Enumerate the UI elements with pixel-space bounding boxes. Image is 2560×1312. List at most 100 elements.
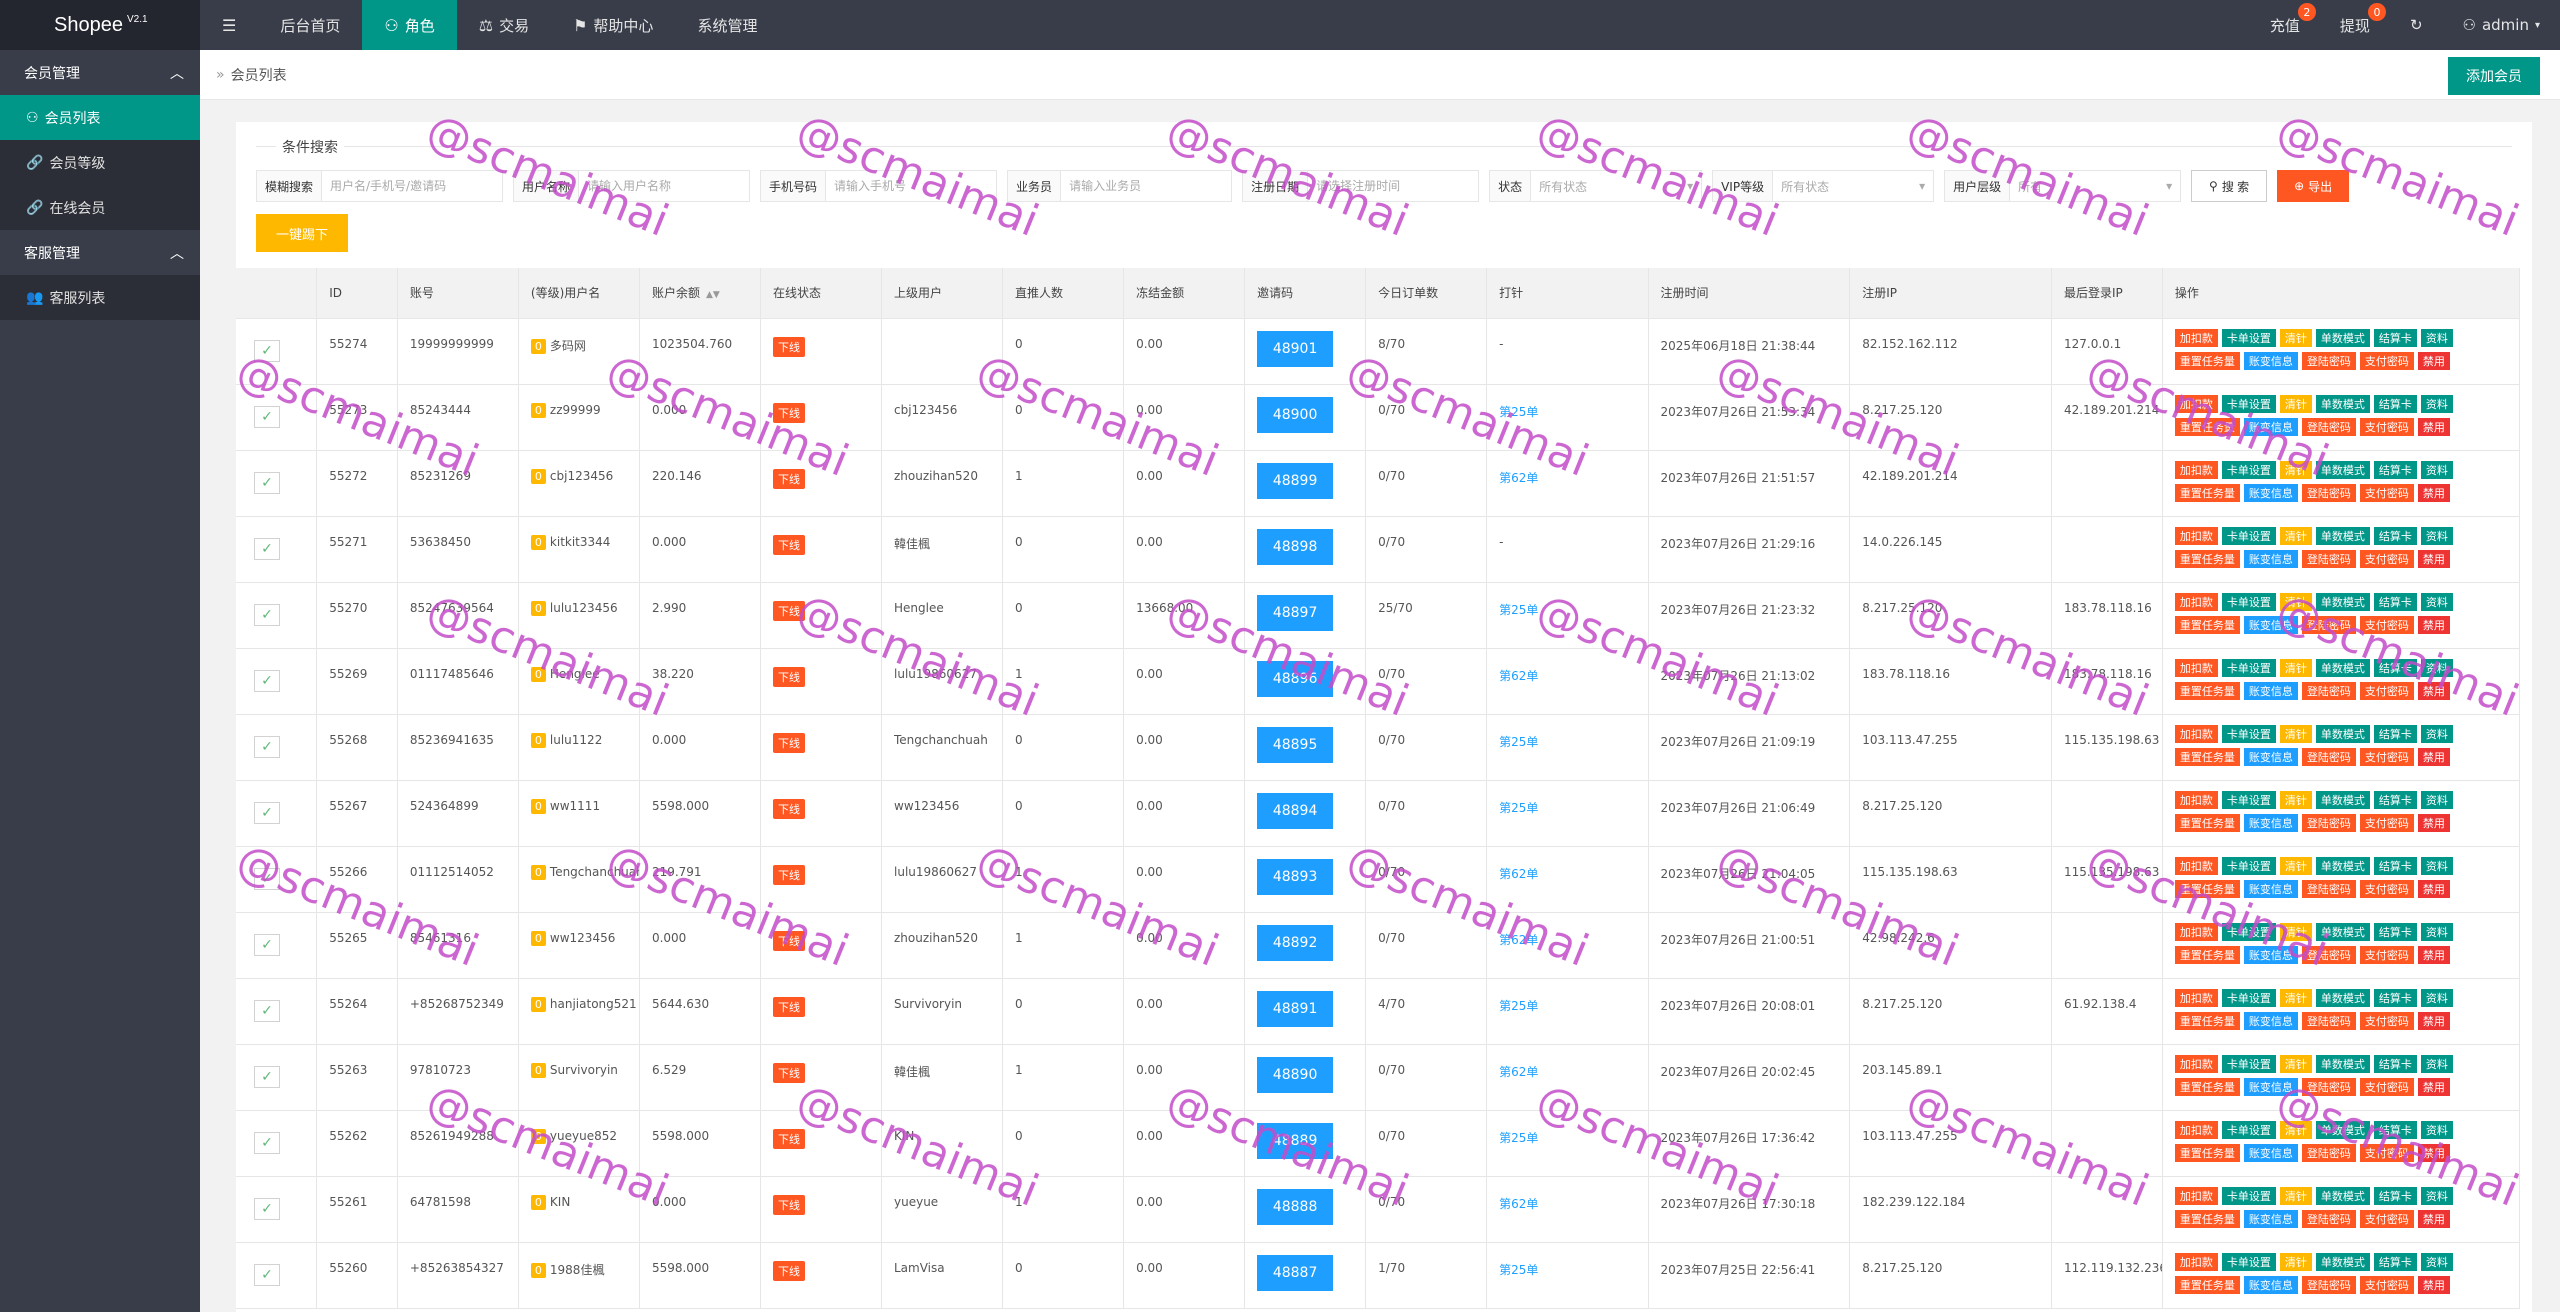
op-button[interactable]: 账变信息: [2243, 747, 2298, 766]
invite-code-button[interactable]: 48887: [1257, 1254, 1334, 1291]
row-checkbox[interactable]: ✓: [254, 340, 280, 362]
op-button[interactable]: 禁用: [2417, 879, 2450, 898]
row-checkbox[interactable]: ✓: [254, 736, 280, 758]
user-menu[interactable]: ⚇ admin ▾: [2443, 0, 2560, 50]
sidebar-group-member[interactable]: 会员管理 ︿: [0, 50, 200, 95]
op-button[interactable]: 禁用: [2417, 681, 2450, 700]
op-button[interactable]: 登陆密码: [2301, 1209, 2356, 1228]
op-button[interactable]: 单数模式: [2315, 988, 2370, 1007]
username-input[interactable]: [579, 171, 750, 201]
op-button[interactable]: 结算卡: [2373, 1252, 2417, 1271]
op-button[interactable]: 卡单设置: [2221, 328, 2276, 347]
op-button[interactable]: 资料: [2420, 1120, 2453, 1139]
op-button[interactable]: 支付密码: [2359, 1275, 2414, 1294]
op-button[interactable]: 禁用: [2417, 813, 2450, 832]
op-button[interactable]: 重置任务量: [2174, 417, 2240, 436]
op-button[interactable]: 登陆密码: [2301, 1275, 2356, 1294]
op-button[interactable]: 清针: [2279, 526, 2312, 545]
op-button[interactable]: 结算卡: [2373, 1186, 2417, 1205]
op-button[interactable]: 登陆密码: [2301, 1143, 2356, 1162]
op-button[interactable]: 禁用: [2417, 483, 2450, 502]
op-button[interactable]: 清针: [2279, 790, 2312, 809]
op-button[interactable]: 单数模式: [2315, 658, 2370, 677]
op-button[interactable]: 清针: [2279, 394, 2312, 413]
op-button[interactable]: 禁用: [2417, 615, 2450, 634]
sidebar-group-service[interactable]: 客服管理 ︿: [0, 230, 200, 275]
op-button[interactable]: 支付密码: [2359, 681, 2414, 700]
kick-all-button[interactable]: 一键踢下: [256, 214, 348, 252]
row-checkbox[interactable]: ✓: [254, 1000, 280, 1022]
op-button[interactable]: 结算卡: [2373, 922, 2417, 941]
row-checkbox[interactable]: ✓: [254, 1132, 280, 1154]
op-button[interactable]: 卡单设置: [2221, 790, 2276, 809]
op-button[interactable]: 加扣款: [2174, 1252, 2218, 1271]
inject-link[interactable]: 第62单: [1499, 669, 1538, 683]
op-button[interactable]: 账变信息: [2243, 945, 2298, 964]
sidebar-item-service-list[interactable]: 👥 客服列表: [0, 275, 200, 320]
op-button[interactable]: 支付密码: [2359, 615, 2414, 634]
op-button[interactable]: 登陆密码: [2301, 681, 2356, 700]
op-button[interactable]: 禁用: [2417, 351, 2450, 370]
op-button[interactable]: 加扣款: [2174, 526, 2218, 545]
fuzzy-search-input[interactable]: [322, 171, 503, 201]
status-select[interactable]: 所有状态 ▾: [1531, 171, 1701, 201]
refresh-button[interactable]: ↻: [2390, 0, 2443, 50]
op-button[interactable]: 加扣款: [2174, 592, 2218, 611]
op-button[interactable]: 登陆密码: [2301, 813, 2356, 832]
op-button[interactable]: 登陆密码: [2301, 879, 2356, 898]
op-button[interactable]: 重置任务量: [2174, 483, 2240, 502]
op-button[interactable]: 禁用: [2417, 1143, 2450, 1162]
op-button[interactable]: 支付密码: [2359, 483, 2414, 502]
op-button[interactable]: 加扣款: [2174, 988, 2218, 1007]
op-button[interactable]: 支付密码: [2359, 879, 2414, 898]
withdraw-button[interactable]: 提现 0: [2320, 0, 2390, 50]
brand-logo[interactable]: Shopee V2.1: [0, 0, 200, 50]
op-button[interactable]: 支付密码: [2359, 1209, 2414, 1228]
recharge-button[interactable]: 充值 2: [2250, 0, 2320, 50]
op-button[interactable]: 账变信息: [2243, 615, 2298, 634]
vip-select[interactable]: 所有状态 ▾: [1773, 171, 1933, 201]
invite-code-button[interactable]: 48897: [1257, 594, 1334, 631]
invite-code-button[interactable]: 48892: [1257, 924, 1334, 961]
op-button[interactable]: 单数模式: [2315, 328, 2370, 347]
op-button[interactable]: 账变信息: [2243, 417, 2298, 436]
op-button[interactable]: 支付密码: [2359, 549, 2414, 568]
op-button[interactable]: 登陆密码: [2301, 615, 2356, 634]
op-button[interactable]: 资料: [2420, 790, 2453, 809]
op-button[interactable]: 结算卡: [2373, 1120, 2417, 1139]
op-button[interactable]: 卡单设置: [2221, 988, 2276, 1007]
row-checkbox[interactable]: ✓: [254, 1264, 280, 1286]
op-button[interactable]: 卡单设置: [2221, 1252, 2276, 1271]
inject-link[interactable]: 第25单: [1499, 801, 1538, 815]
op-button[interactable]: 结算卡: [2373, 658, 2417, 677]
op-button[interactable]: 资料: [2420, 592, 2453, 611]
op-button[interactable]: 卡单设置: [2221, 526, 2276, 545]
op-button[interactable]: 卡单设置: [2221, 658, 2276, 677]
op-button[interactable]: 清针: [2279, 856, 2312, 875]
op-button[interactable]: 单数模式: [2315, 460, 2370, 479]
row-checkbox[interactable]: ✓: [254, 1066, 280, 1088]
row-checkbox[interactable]: ✓: [254, 472, 280, 494]
op-button[interactable]: 禁用: [2417, 549, 2450, 568]
op-button[interactable]: 结算卡: [2373, 592, 2417, 611]
op-button[interactable]: 账变信息: [2243, 879, 2298, 898]
op-button[interactable]: 支付密码: [2359, 351, 2414, 370]
op-button[interactable]: 资料: [2420, 922, 2453, 941]
op-button[interactable]: 卡单设置: [2221, 724, 2276, 743]
op-button[interactable]: 单数模式: [2315, 790, 2370, 809]
row-checkbox[interactable]: ✓: [254, 934, 280, 956]
op-button[interactable]: 加扣款: [2174, 856, 2218, 875]
op-button[interactable]: 支付密码: [2359, 1077, 2414, 1096]
inject-link[interactable]: 第25单: [1499, 999, 1538, 1013]
op-button[interactable]: 账变信息: [2243, 549, 2298, 568]
op-button[interactable]: 清针: [2279, 988, 2312, 1007]
op-button[interactable]: 重置任务量: [2174, 681, 2240, 700]
inject-link[interactable]: 第62单: [1499, 1065, 1538, 1079]
inject-link[interactable]: 第25单: [1499, 603, 1538, 617]
op-button[interactable]: 单数模式: [2315, 724, 2370, 743]
op-button[interactable]: 单数模式: [2315, 394, 2370, 413]
op-button[interactable]: 重置任务量: [2174, 945, 2240, 964]
op-button[interactable]: 账变信息: [2243, 813, 2298, 832]
op-button[interactable]: 登陆密码: [2301, 1077, 2356, 1096]
op-button[interactable]: 清针: [2279, 328, 2312, 347]
